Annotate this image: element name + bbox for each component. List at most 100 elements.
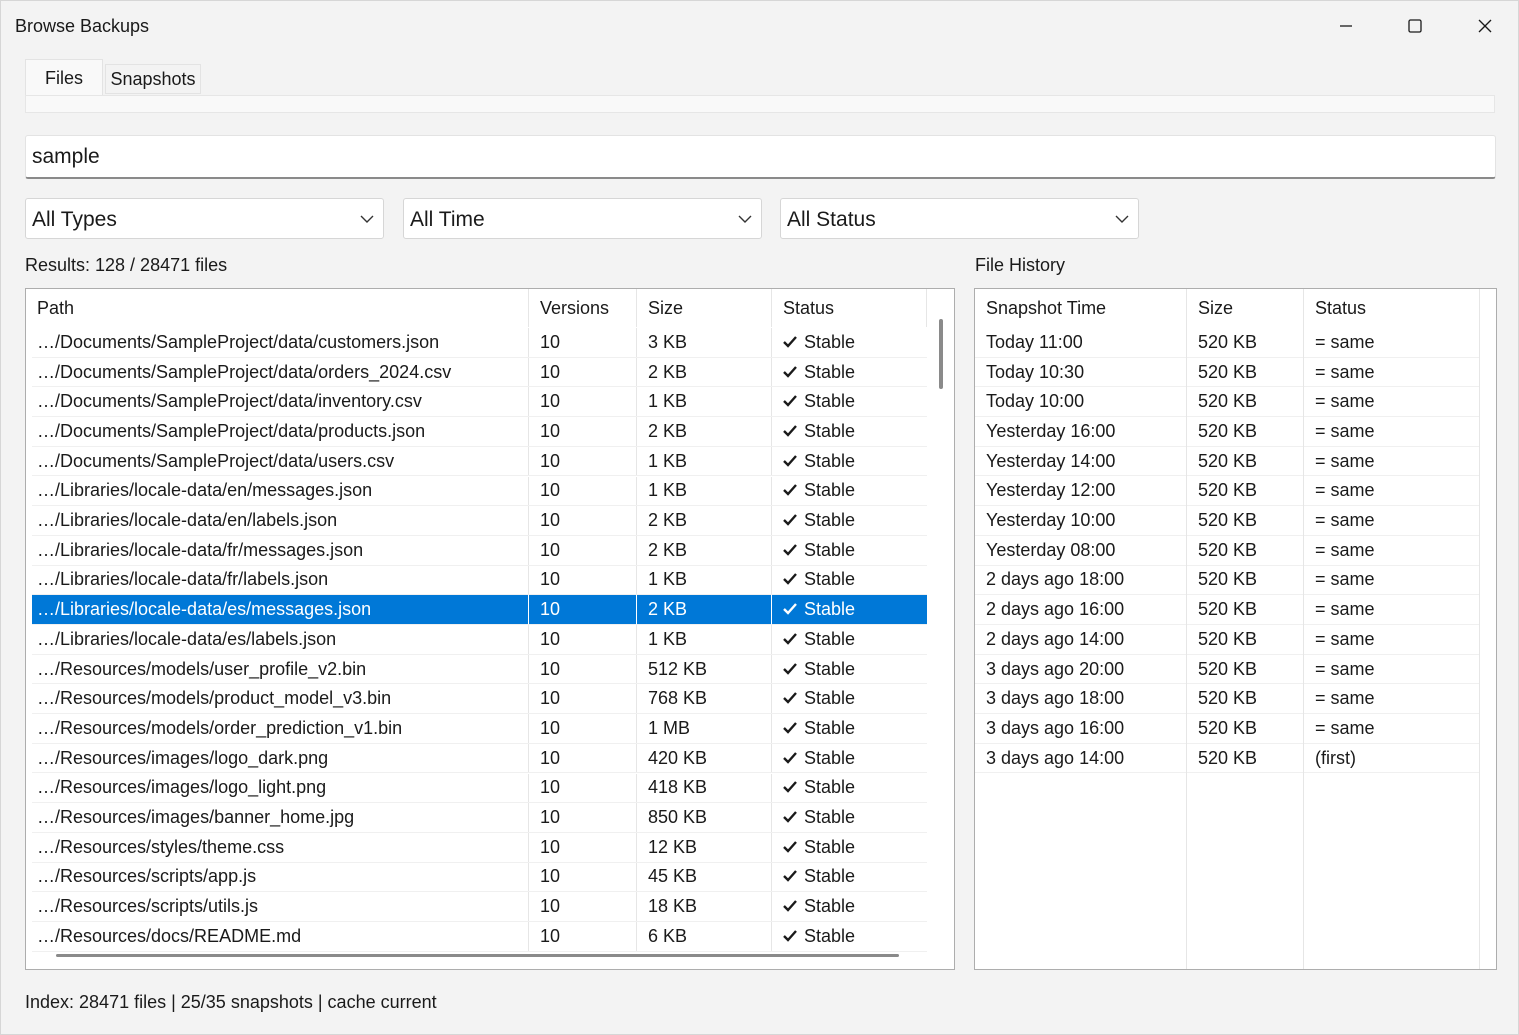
chevron-down-icon [738,215,752,223]
maximize-button[interactable] [1380,1,1450,51]
file-row[interactable]: …/Documents/SampleProject/data/users.csv… [32,446,927,477]
files-list[interactable]: Path Versions Size Status …/Documents/Sampl… [25,288,955,970]
status-text: Stable [804,539,856,560]
history-row[interactable]: 3 days ago 20:00 520 KB = same [975,654,1480,685]
files-header-versions[interactable]: Versions [529,289,637,327]
file-cell-status: Stable [772,714,927,743]
file-cell-size: 1 KB [637,446,772,476]
history-cell-size: 520 KB [1187,595,1304,624]
status-text: Stable [804,331,856,352]
file-row[interactable]: …/Documents/SampleProject/data/products.… [32,417,927,447]
file-row[interactable]: …/Resources/models/product_model_v3.bin 1… [32,684,927,715]
history-row[interactable]: Yesterday 16:00 520 KB = same [975,417,1480,447]
history-cell-status: = same [1304,417,1480,446]
file-history-list[interactable]: Snapshot Time Size Status Today 11:00 520 K… [974,288,1497,970]
file-row[interactable]: …/Resources/images/logo_light.png 10 418 K… [32,773,927,804]
close-button[interactable] [1450,1,1519,51]
file-cell-status: Stable [772,684,927,713]
files-header-status[interactable]: Status [772,289,927,327]
status-text: Stable [804,391,856,412]
history-row[interactable]: 2 days ago 14:00 520 KB = same [975,625,1480,655]
file-cell-size: 1 KB [637,476,772,506]
files-header-size[interactable]: Size [637,289,772,327]
title-bar[interactable]: Browse Backups [1,1,1518,51]
history-cell-size: 520 KB [1187,714,1304,743]
history-row[interactable]: Yesterday 08:00 520 KB = same [975,535,1480,566]
history-row[interactable]: 3 days ago 16:00 520 KB = same [975,714,1480,744]
file-cell-status: Stable [772,358,927,387]
history-cell-snapshot-time: Today 11:00 [975,328,1187,357]
files-header-path[interactable]: Path [26,289,529,327]
history-row[interactable]: 3 days ago 18:00 520 KB = same [975,684,1480,715]
history-row[interactable]: 2 days ago 16:00 520 KB = same [975,595,1480,625]
file-row[interactable]: …/Resources/scripts/app.js 10 45 KB Stable [32,862,927,893]
tab-panel [25,95,1495,113]
history-header-snapshot-time[interactable]: Snapshot Time [975,289,1187,327]
file-row[interactable]: …/Libraries/locale-data/fr/messages.json… [32,535,927,566]
status-text: Stable [804,361,856,382]
minimize-button[interactable] [1311,1,1381,51]
time-filter-dropdown[interactable]: All Time [403,198,762,239]
history-cell-size: 520 KB [1187,743,1304,773]
checkmark-icon [783,837,797,858]
file-row[interactable]: …/Documents/SampleProject/data/customers… [32,328,927,358]
file-cell-path: …/Libraries/locale-data/es/messages.json [32,595,529,624]
file-cell-path: …/Documents/SampleProject/data/products.… [32,417,529,446]
file-row[interactable]: …/Libraries/locale-data/es/messages.json… [32,595,927,625]
vertical-scrollbar[interactable] [939,319,943,389]
history-cell-size: 520 KB [1187,417,1304,446]
file-row[interactable]: …/Libraries/locale-data/es/labels.json 10… [32,625,927,655]
results-count-label: Results: 128 / 28471 files [25,255,228,275]
history-row[interactable]: Yesterday 14:00 520 KB = same [975,446,1480,477]
file-cell-versions: 10 [529,417,637,446]
file-cell-path: …/Resources/scripts/utils.js [32,892,529,921]
history-row[interactable]: Yesterday 10:00 520 KB = same [975,506,1480,536]
file-cell-status: Stable [772,922,927,951]
file-row[interactable]: …/Documents/SampleProject/data/inventory… [32,387,927,418]
status-text: Stable [804,866,856,887]
history-header-status[interactable]: Status [1304,289,1480,327]
history-row[interactable]: 3 days ago 14:00 520 KB (first) [975,743,1480,774]
history-cell-size: 520 KB [1187,506,1304,535]
file-row[interactable]: …/Resources/models/user_profile_v2.bin 10… [32,654,927,685]
file-row[interactable]: …/Resources/models/order_prediction_v1.b… [32,714,927,744]
file-row[interactable]: …/Libraries/locale-data/en/messages.json… [32,476,927,507]
chevron-down-icon [1115,215,1129,223]
status-text: Stable [804,420,856,441]
file-row[interactable]: …/Resources/images/banner_home.jpg 10 850 … [32,803,927,833]
status-text: Stable [804,569,856,590]
file-row[interactable]: …/Libraries/locale-data/fr/labels.json 10… [32,565,927,596]
history-cell-size: 520 KB [1187,535,1304,565]
history-cell-status: = same [1304,446,1480,476]
file-cell-versions: 10 [529,595,637,624]
chevron-down-icon [360,215,374,223]
file-row[interactable]: …/Documents/SampleProject/data/orders_20… [32,357,927,388]
history-cell-snapshot-time: 3 days ago 16:00 [975,714,1187,743]
file-cell-versions: 10 [529,743,637,773]
history-cell-status: = same [1304,595,1480,624]
file-cell-path: …/Resources/models/product_model_v3.bin [32,684,529,714]
file-cell-path: …/Documents/SampleProject/data/orders_20… [32,357,529,387]
status-text: Stable [804,836,856,857]
history-row[interactable]: 2 days ago 18:00 520 KB = same [975,565,1480,596]
file-row[interactable]: …/Resources/images/logo_dark.png 10 420 KB… [32,743,927,774]
history-header-size[interactable]: Size [1187,289,1304,327]
search-input[interactable] [25,135,1496,179]
history-row[interactable]: Today 10:00 520 KB = same [975,387,1480,418]
types-filter-value: All Types [32,208,117,231]
tab-snapshots[interactable]: Snapshots [105,64,201,94]
file-row[interactable]: …/Libraries/locale-data/en/labels.json 10… [32,506,927,536]
file-row[interactable]: …/Resources/scripts/utils.js 10 18 KB Stabl… [32,892,927,922]
types-filter-dropdown[interactable]: All Types [25,198,384,239]
file-row[interactable]: …/Resources/docs/README.md 10 6 KB Stable [32,922,927,952]
file-row[interactable]: …/Resources/styles/theme.css 10 12 KB Stabl… [32,832,927,863]
history-row[interactable]: Today 11:00 520 KB = same [975,328,1480,358]
history-row[interactable]: Yesterday 12:00 520 KB = same [975,476,1480,507]
horizontal-scrollbar[interactable] [56,954,899,957]
file-cell-size: 3 KB [637,328,772,357]
status-filter-dropdown[interactable]: All Status [780,198,1139,239]
tab-files[interactable]: Files [25,59,103,96]
status-text: Stable [804,510,856,531]
history-cell-size: 520 KB [1187,654,1304,684]
history-row[interactable]: Today 10:30 520 KB = same [975,357,1480,388]
